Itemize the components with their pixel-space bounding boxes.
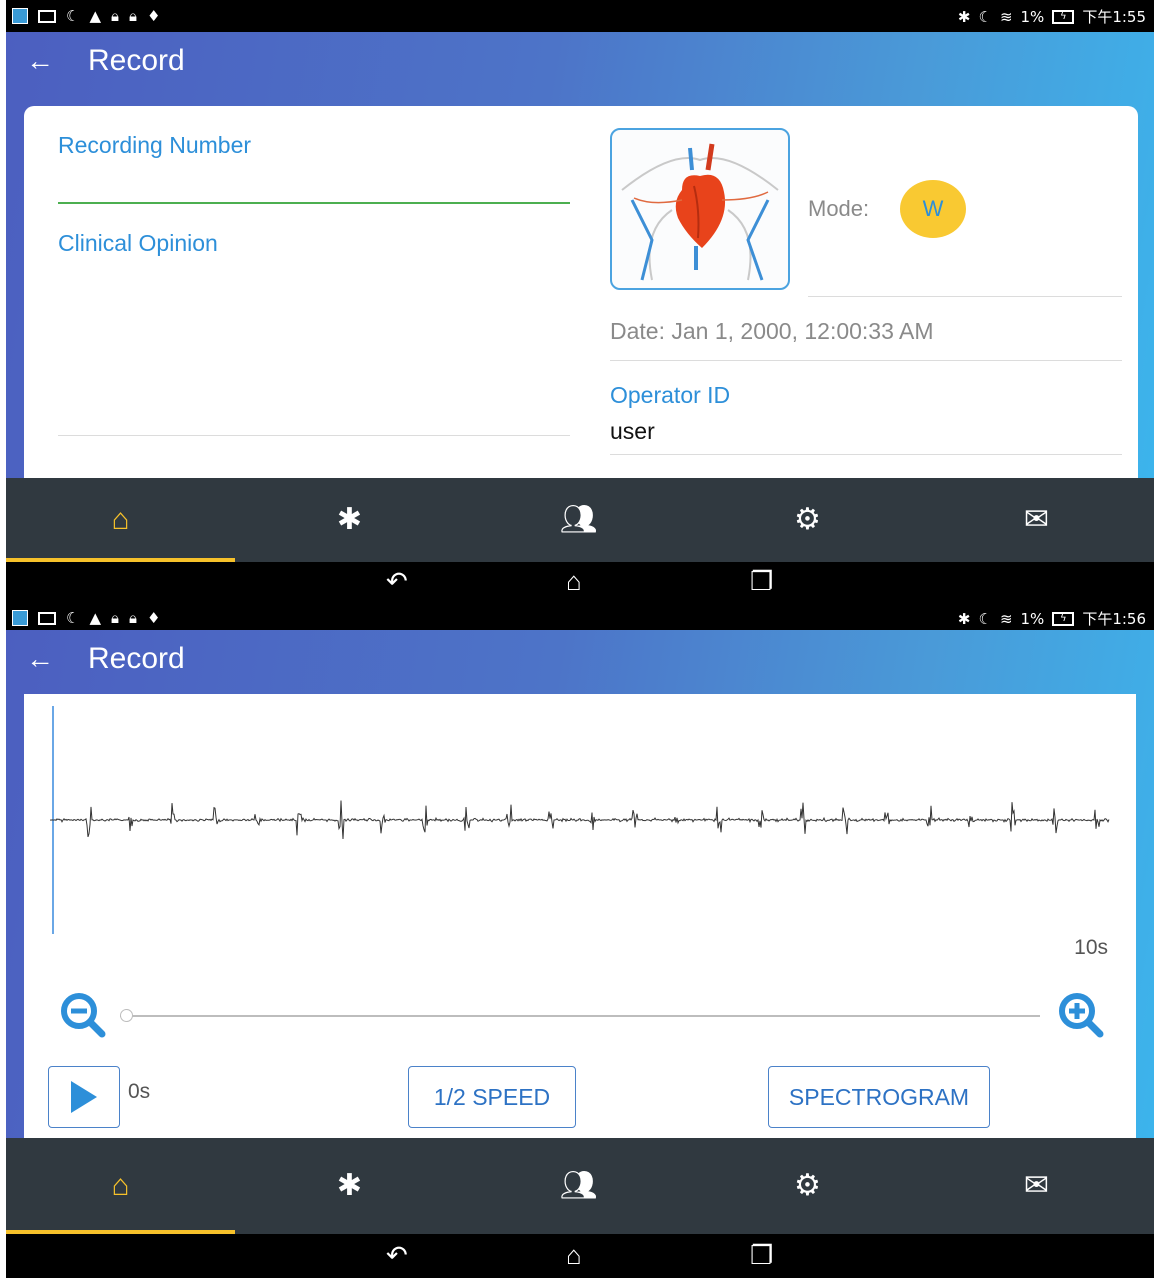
- spectrogram-button[interactable]: SPECTROGRAM: [768, 1066, 990, 1128]
- notification-icons: ☾ ▲ 🔒︎ 🔒︎ ♦: [12, 7, 160, 25]
- home-icon: ⌂: [111, 1169, 130, 1202]
- bottom-navigation: ⌂ ✱ 👥︎ ⚙ ✉: [6, 1138, 1154, 1234]
- zoom-slider[interactable]: [120, 1009, 1040, 1023]
- bluetooth-icon: ✱: [336, 503, 363, 536]
- zoom-slider-track: [120, 1015, 1040, 1017]
- people-icon: 👥︎: [559, 1169, 598, 1202]
- app-bar: ← Record: [6, 630, 1154, 690]
- lock-icon: 🔒︎: [128, 7, 137, 25]
- zoom-in-icon[interactable]: [1056, 990, 1106, 1040]
- clinical-opinion-label: Clinical Opinion: [58, 230, 218, 256]
- record-waveform-screen: ☾ ▲ 🔒︎ 🔒︎ ♦ ✱ ☾ ≋ 1% ϟ 下午1:56 ← Record 1…: [6, 602, 1154, 1278]
- recording-number-label: Recording Number: [58, 132, 252, 158]
- wifi-icon: ≋: [999, 609, 1013, 628]
- system-icons: ✱ ☾ ≋ 1% ϟ 下午1:56: [958, 608, 1146, 629]
- nav-people[interactable]: 👥︎: [464, 1138, 693, 1234]
- recent-apps-icon[interactable]: ❐: [750, 566, 773, 596]
- lock-icon: 🔒︎: [111, 609, 119, 627]
- waveform-trace: [50, 800, 1110, 840]
- clock: 下午1:55: [1082, 8, 1146, 26]
- mode-divider: [808, 296, 1122, 297]
- back-arrow-icon[interactable]: ←: [26, 644, 54, 674]
- play-button[interactable]: [48, 1066, 120, 1128]
- moon-icon: ☾: [66, 7, 80, 25]
- status-bar: ☾ ▲ 🔒︎ 🔒︎ ♦ ✱ ☾ ≋ 1% ϟ 下午1:55: [6, 0, 1154, 32]
- home-outline-icon[interactable]: ⌂: [566, 566, 582, 596]
- mail-icon: ✉: [1023, 503, 1050, 536]
- warning-icon: ▲: [89, 609, 101, 627]
- play-icon: [71, 1081, 97, 1113]
- heart-anatomy-image[interactable]: [610, 128, 790, 290]
- notification-icons: ☾ ▲ 🔒︎ 🔒︎ ♦: [12, 609, 160, 627]
- app-notification-icon: [12, 8, 28, 24]
- moon-icon: ☾: [66, 609, 80, 627]
- half-speed-button[interactable]: 1/2 SPEED: [408, 1066, 576, 1128]
- operator-id-label: Operator ID: [610, 382, 731, 408]
- battery-percent: 1%: [1020, 609, 1045, 628]
- battery-charging-icon: ϟ: [1052, 9, 1075, 24]
- moon-icon: ☾: [978, 609, 992, 628]
- recording-number-input[interactable]: [58, 168, 570, 204]
- nav-bluetooth[interactable]: ✱: [235, 1138, 464, 1234]
- record-details-screen: ☾ ▲ 🔒︎ 🔒︎ ♦ ✱ ☾ ≋ 1% ϟ 下午1:55 ← Record R…: [6, 0, 1154, 602]
- system-icons: ✱ ☾ ≋ 1% ϟ 下午1:55: [958, 6, 1146, 27]
- bluetooth-icon: ✱: [336, 1169, 363, 1202]
- date-text: Date: Jan 1, 2000, 12:00:33 AM: [610, 318, 934, 344]
- record-form-card: Recording Number Clinical Opinion Mode: …: [24, 106, 1138, 478]
- screen-icon: [38, 611, 56, 625]
- wifi-icon: ≋: [999, 7, 1013, 26]
- recent-apps-icon[interactable]: ❐: [750, 1240, 773, 1270]
- system-navigation-bar: ↶ ⌂ ❐: [6, 562, 1154, 602]
- clock: 下午1:56: [1082, 610, 1146, 628]
- lock-icon: 🔒︎: [128, 609, 137, 627]
- back-icon[interactable]: ↶: [386, 566, 408, 596]
- date-divider: [610, 360, 1122, 361]
- waveform-card: 10s 0s 1/2 SPEED SPECTROGRAM: [24, 694, 1136, 1138]
- clinical-opinion-input[interactable]: [58, 266, 570, 436]
- nav-home[interactable]: ⌂: [6, 478, 235, 562]
- app-bar: ← Record: [6, 32, 1154, 92]
- zoom-out-icon[interactable]: [58, 990, 108, 1040]
- nav-mail[interactable]: ✉: [922, 478, 1151, 562]
- battery-charging-icon: ϟ: [1052, 611, 1075, 626]
- nav-bluetooth[interactable]: ✱: [235, 478, 464, 562]
- mail-icon: ✉: [1023, 1169, 1050, 1202]
- nav-people[interactable]: 👥︎: [464, 478, 693, 562]
- end-time-label: 10s: [1074, 936, 1108, 959]
- battery-percent: 1%: [1020, 7, 1045, 26]
- nav-settings[interactable]: ⚙: [693, 1138, 922, 1234]
- notification-bulb-icon: ♦: [146, 7, 161, 25]
- back-arrow-icon[interactable]: ←: [26, 46, 54, 76]
- back-icon[interactable]: ↶: [386, 1240, 408, 1270]
- page-title: Record: [88, 44, 185, 77]
- operator-id-value[interactable]: user: [610, 418, 655, 445]
- nav-mail[interactable]: ✉: [922, 1138, 1151, 1234]
- moon-icon: ☾: [978, 7, 992, 26]
- system-navigation-bar: ↶ ⌂ ❐: [6, 1234, 1154, 1278]
- home-icon: ⌂: [111, 503, 130, 536]
- bluetooth-status-icon: ✱: [957, 609, 971, 628]
- people-icon: 👥︎: [559, 503, 598, 536]
- warning-icon: ▲: [89, 7, 101, 25]
- page-title: Record: [88, 642, 185, 675]
- settings-icon: ⚙: [794, 1169, 821, 1202]
- nav-home[interactable]: ⌂: [6, 1138, 235, 1234]
- settings-icon: ⚙: [794, 503, 821, 536]
- app-notification-icon: [12, 610, 28, 626]
- mode-badge[interactable]: W: [900, 180, 966, 238]
- notification-bulb-icon: ♦: [146, 609, 161, 627]
- bottom-navigation: ⌂ ✱ 👥︎ ⚙ ✉: [6, 478, 1154, 562]
- screen-icon: [38, 9, 56, 23]
- home-outline-icon[interactable]: ⌂: [566, 1240, 582, 1270]
- mode-label: Mode:: [808, 196, 870, 221]
- lock-icon: 🔒︎: [111, 7, 119, 25]
- nav-settings[interactable]: ⚙: [693, 478, 922, 562]
- current-time-label: 0s: [128, 1080, 151, 1103]
- bluetooth-status-icon: ✱: [957, 7, 971, 26]
- heart-sound-waveform[interactable]: [50, 760, 1110, 880]
- operator-divider: [610, 454, 1122, 455]
- zoom-slider-thumb[interactable]: [120, 1009, 133, 1022]
